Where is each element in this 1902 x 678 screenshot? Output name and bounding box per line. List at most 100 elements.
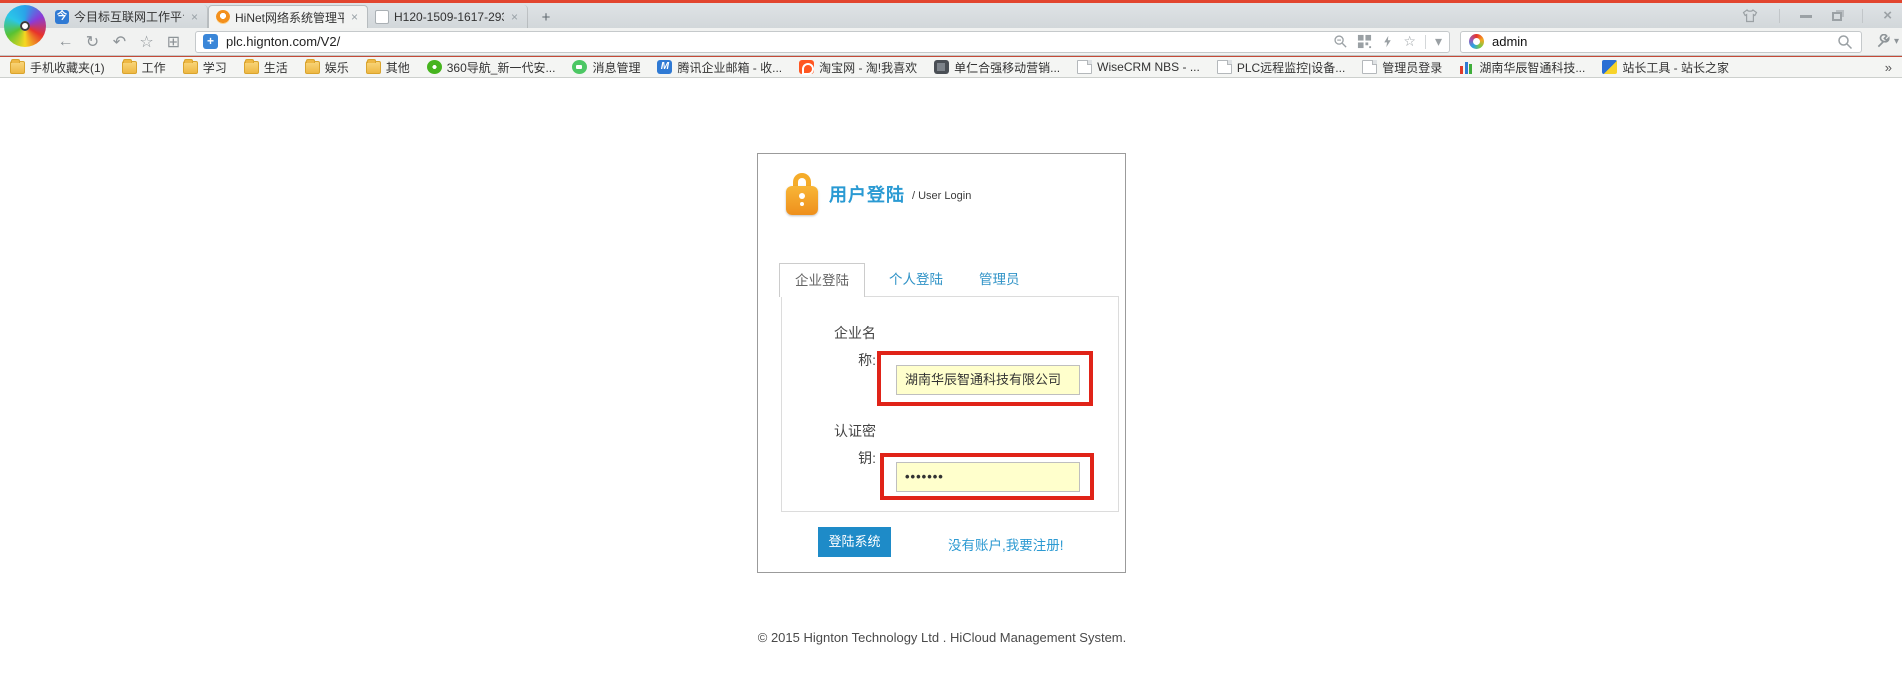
login-submit-button[interactable]: 登陆系统	[818, 527, 891, 557]
back-icon[interactable]: ←	[52, 33, 79, 51]
search-icon[interactable]	[1837, 34, 1853, 50]
bookmark-label: 手机收藏夹(1)	[30, 59, 105, 76]
register-link[interactable]: 没有账户,我要注册!	[948, 534, 1064, 554]
shirt-skin-icon[interactable]	[1741, 8, 1759, 24]
close-icon[interactable]: ×	[349, 10, 360, 24]
refresh-icon[interactable]: ↻	[79, 32, 106, 52]
folder-icon	[183, 61, 198, 74]
close-icon[interactable]: ×	[1883, 9, 1892, 23]
tab-title: H120-1509-1617-2932-77	[394, 10, 504, 24]
bookmarks-bar: 手机收藏夹(1) 工作 学习 生活 娱乐 其他 360导航_新一代安... 消息…	[0, 56, 1902, 78]
bookmark-label: PLC远程监控|设备...	[1237, 59, 1345, 76]
bookmark-item[interactable]: 管理员登录	[1362, 59, 1442, 76]
bookmark-label: 单仁合强移动营销...	[954, 59, 1060, 76]
undo-icon[interactable]: ↶	[106, 32, 133, 52]
bookmark-label: 淘宝网 - 淘!我喜欢	[819, 59, 917, 76]
bookmark-label: 娱乐	[325, 59, 349, 76]
blank-page-icon	[375, 10, 389, 24]
lightning-icon[interactable]	[1381, 34, 1394, 49]
folder-icon	[244, 61, 259, 74]
chevron-down-icon[interactable]: ▾	[1435, 33, 1442, 50]
close-icon[interactable]: ×	[189, 10, 200, 24]
qr-code-icon[interactable]	[1357, 34, 1372, 49]
folder-icon	[305, 61, 320, 74]
bookmark-label: 站长工具 - 站长之家	[1622, 59, 1729, 76]
bookmark-label: 腾讯企业邮箱 - 收...	[677, 59, 782, 76]
tab-h120[interactable]: H120-1509-1617-2932-77 ×	[368, 5, 528, 28]
login-panel: 用户登陆 / User Login 企业登陆 个人登陆 管理员 企业名称: 湖南…	[757, 153, 1126, 573]
navigation-toolbar: ← ↻ ↶ ☆ ⊞ + plc.hignton.com/V2/	[0, 28, 1902, 56]
auth-key-label: 认证密钥:	[828, 418, 876, 472]
auth-key-field[interactable]: •••••••	[896, 462, 1080, 492]
bookmark-label: 工作	[142, 59, 166, 76]
bookmark-item[interactable]: 湖南华辰智通科技...	[1459, 59, 1585, 76]
search-engine-q-icon[interactable]	[1469, 34, 1484, 49]
bookmark-label: 生活	[264, 59, 288, 76]
taobao-icon	[799, 60, 814, 74]
tab-hinet-active[interactable]: HiNet网络系统管理平台 ×	[208, 5, 368, 28]
wrench-icon	[1876, 34, 1891, 49]
apps-grid-icon[interactable]: ⊞	[160, 32, 187, 52]
browser-window: 今 今目标互联网工作平台 × HiNet网络系统管理平台 × H120-1509…	[0, 0, 1902, 675]
folder-icon	[366, 61, 381, 74]
favorites-star-icon[interactable]: ☆	[133, 32, 160, 52]
search-box[interactable]: admin	[1460, 31, 1862, 53]
zoom-magnifier-icon[interactable]	[1333, 34, 1348, 49]
addressbar-actions: ☆ ▾	[1333, 33, 1442, 50]
tab-personal-login[interactable]: 个人登陆	[889, 263, 943, 297]
padlock-icon	[786, 172, 818, 216]
tencent-mail-icon: M	[657, 60, 672, 74]
bookmark-folder[interactable]: 工作	[122, 59, 166, 76]
bookmark-folder[interactable]: 娱乐	[305, 59, 349, 76]
copyright-footer: © 2015 Hignton Technology Ltd . HiCloud …	[0, 630, 1884, 645]
divider	[1862, 9, 1863, 23]
bookmark-label: 湖南华辰智通科技...	[1479, 59, 1585, 76]
folder-icon	[10, 61, 25, 74]
site-shield-icon: +	[203, 34, 218, 49]
divider	[1425, 35, 1426, 49]
hinet-orange-icon	[216, 10, 230, 24]
address-bar[interactable]: + plc.hignton.com/V2/ ☆ ▾	[195, 31, 1450, 53]
bookmark-folder[interactable]: 其他	[366, 59, 410, 76]
bookmark-item[interactable]: M 腾讯企业邮箱 - 收...	[657, 59, 782, 76]
restore-icon[interactable]	[1832, 12, 1842, 21]
dark-site-icon	[934, 60, 949, 74]
bookmark-item[interactable]: 消息管理	[572, 59, 640, 76]
bookmark-item[interactable]: WiseCRM NBS - ...	[1077, 60, 1200, 74]
page-icon	[1217, 60, 1232, 74]
bookmark-label: 其他	[386, 59, 410, 76]
enterprise-name-field[interactable]: 湖南华辰智通科技有限公司	[896, 365, 1080, 395]
bookmark-item[interactable]: PLC远程监控|设备...	[1217, 59, 1345, 76]
bookmarks-overflow-chevron[interactable]: »	[1885, 60, 1892, 75]
tab-jinmubiao[interactable]: 今 今目标互联网工作平台 ×	[48, 5, 208, 28]
bookmark-item[interactable]: 淘宝网 - 淘!我喜欢	[799, 59, 917, 76]
bookmark-folder[interactable]: 生活	[244, 59, 288, 76]
tools-menu-button[interactable]: ▾	[1876, 34, 1899, 49]
browser-pinwheel-logo[interactable]	[4, 5, 46, 47]
bookmark-item[interactable]: 站长工具 - 站长之家	[1602, 59, 1729, 76]
tab-title: HiNet网络系统管理平台	[235, 9, 344, 26]
bookmark-star-icon[interactable]: ☆	[1403, 33, 1416, 50]
url-text[interactable]: plc.hignton.com/V2/	[226, 34, 1333, 49]
tab-enterprise-login[interactable]: 企业登陆	[779, 263, 865, 297]
bookmark-folder[interactable]: 手机收藏夹(1)	[10, 59, 105, 76]
bookmark-folder[interactable]: 学习	[183, 59, 227, 76]
bookmark-item[interactable]: 单仁合强移动营销...	[934, 59, 1060, 76]
divider	[1779, 9, 1780, 23]
tab-bar: 今 今目标互联网工作平台 × HiNet网络系统管理平台 × H120-1509…	[0, 3, 1902, 28]
jin-blue-icon: 今	[55, 10, 69, 24]
chinaz-icon	[1602, 60, 1617, 74]
tab-title: 今目标互联网工作平台	[74, 8, 184, 25]
tab-admin-login[interactable]: 管理员	[979, 263, 1020, 297]
new-tab-button[interactable]: +	[533, 8, 559, 28]
folder-icon	[122, 61, 137, 74]
bookmark-item[interactable]: 360导航_新一代安...	[427, 59, 556, 76]
login-header: 用户登陆 / User Login	[786, 170, 971, 218]
bar-chart-icon	[1459, 60, 1474, 74]
search-input[interactable]: admin	[1492, 34, 1837, 49]
close-icon[interactable]: ×	[509, 10, 520, 24]
login-title-en: / User Login	[912, 190, 971, 202]
page-icon	[1077, 60, 1092, 74]
minimize-icon[interactable]	[1800, 15, 1812, 18]
login-title-zh: 用户登陆	[829, 181, 905, 207]
